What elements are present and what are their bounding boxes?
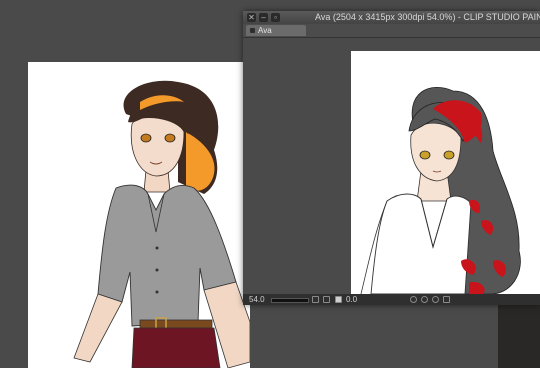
fit-icon[interactable] xyxy=(335,296,342,303)
zoom-slider[interactable] xyxy=(271,298,309,303)
close-icon[interactable]: ✕ xyxy=(247,13,256,22)
tab-ava[interactable]: Ava xyxy=(246,25,306,36)
tab-icon xyxy=(250,28,255,33)
document-window[interactable]: ✕ – ▫ Ava (2504 x 3415px 300dpi 54.0%) -… xyxy=(243,11,540,305)
zoom-out-icon[interactable] xyxy=(312,296,319,303)
tab-bar: Ava xyxy=(243,24,540,38)
status-bar: 54.0 0.0 xyxy=(243,294,540,305)
background-canvas[interactable] xyxy=(28,62,250,368)
tab-label: Ava xyxy=(258,26,272,35)
background-photo-fragment xyxy=(498,300,540,368)
reset-rotation-icon[interactable] xyxy=(432,296,439,303)
window-titlebar[interactable]: ✕ – ▫ Ava (2504 x 3415px 300dpi 54.0%) -… xyxy=(243,11,540,24)
rotation-value[interactable]: 0.0 xyxy=(346,294,357,305)
rotate-left-icon[interactable] xyxy=(410,296,417,303)
canvas-viewport[interactable] xyxy=(243,38,540,294)
zoom-value[interactable]: 54.0 xyxy=(249,294,265,305)
character-illustration-orange-hair xyxy=(73,80,250,368)
rotate-right-icon[interactable] xyxy=(421,296,428,303)
window-title: Ava (2504 x 3415px 300dpi 54.0%) - CLIP … xyxy=(315,12,540,22)
zoom-in-icon[interactable] xyxy=(323,296,330,303)
character-illustration-red-streak-hair xyxy=(360,87,521,294)
minimize-icon[interactable]: – xyxy=(259,13,268,22)
flip-icon[interactable] xyxy=(443,296,450,303)
document-canvas[interactable] xyxy=(351,51,540,294)
maximize-icon[interactable]: ▫ xyxy=(271,13,280,22)
